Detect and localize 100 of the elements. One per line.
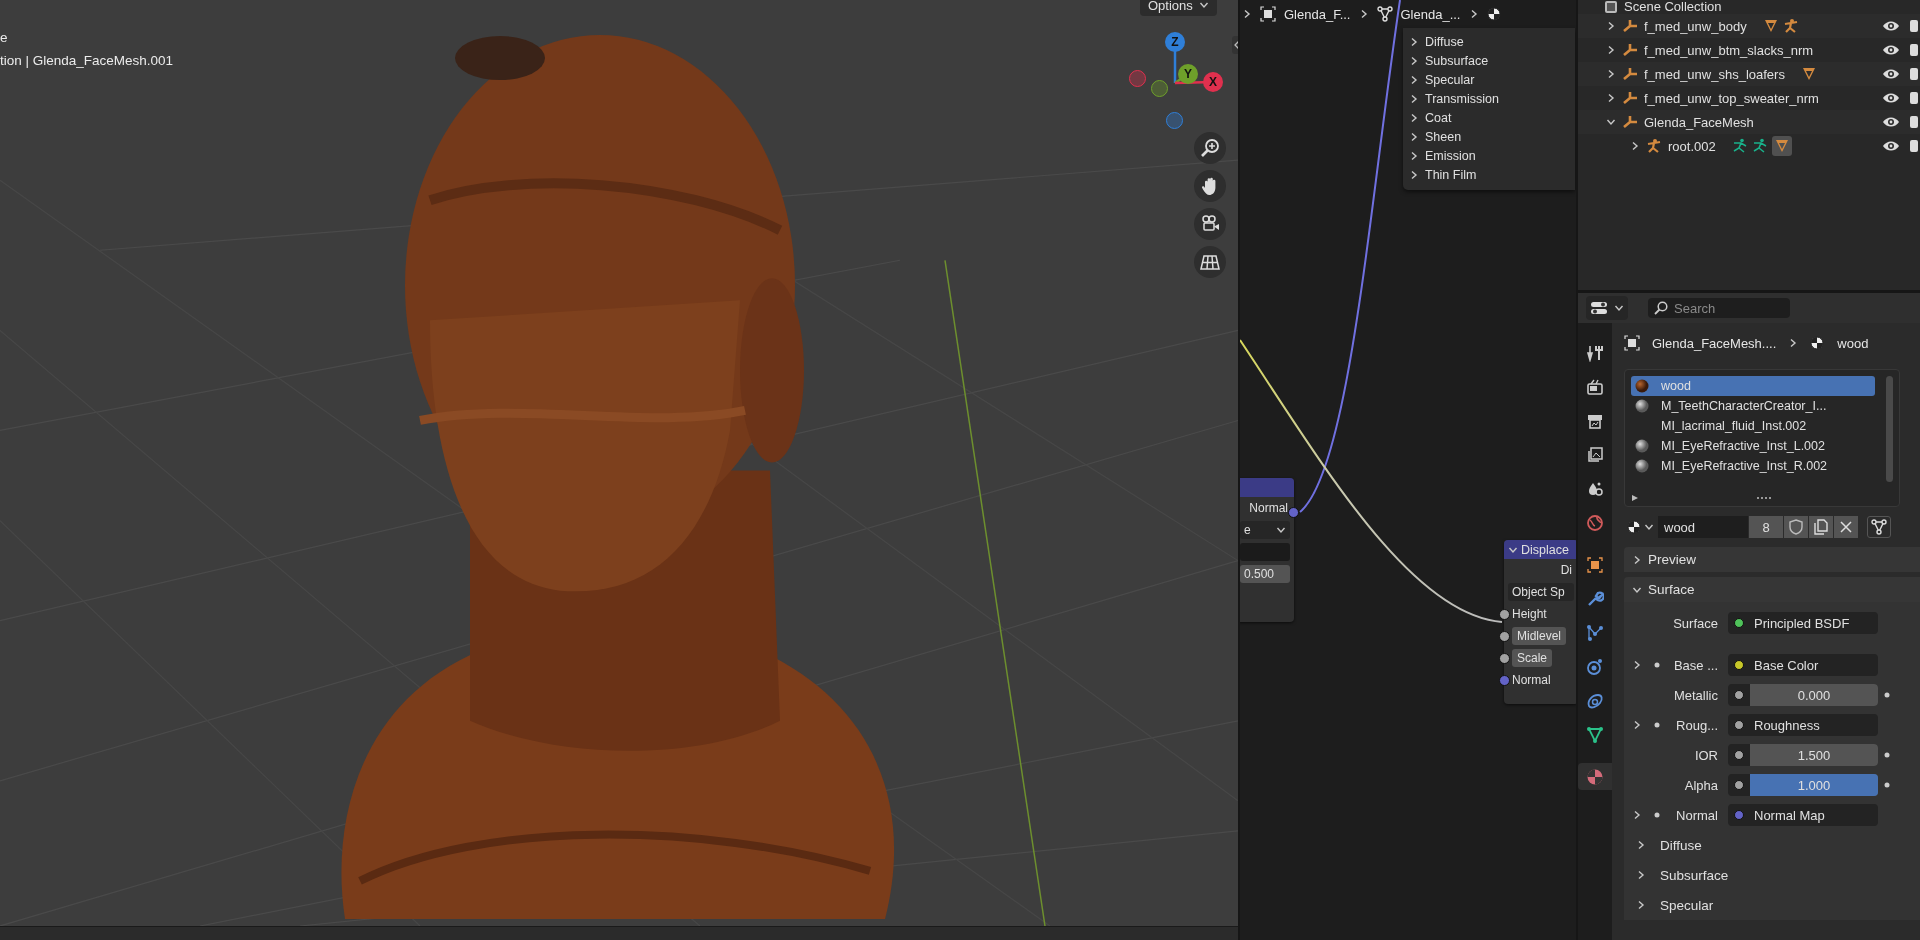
node-dropdown[interactable]: e — [1240, 521, 1290, 539]
material-slot[interactable]: MI_EyeRefractive_Inst_L.002 — [1631, 436, 1875, 456]
armature-icon[interactable] — [1782, 18, 1799, 34]
node-dropdown[interactable]: Object Sp — [1508, 583, 1574, 601]
fake-user-button[interactable] — [1784, 516, 1808, 538]
breadcrumb-item[interactable]: Glenda_F... — [1284, 6, 1351, 22]
property-label: Base ... — [1672, 657, 1719, 673]
axis-handle[interactable] — [1166, 112, 1183, 129]
property-label: Roug... — [1675, 717, 1719, 733]
number-field[interactable]: 1.500 — [1728, 744, 1878, 766]
wrench-icon — [1586, 589, 1604, 608]
node-tree-button[interactable] — [1867, 516, 1891, 538]
eye-icon[interactable] — [1882, 92, 1900, 104]
socket[interactable] — [1499, 609, 1510, 620]
number-field[interactable]: Scale — [1512, 649, 1553, 667]
menu-item[interactable]: Thin Film — [1403, 165, 1575, 184]
axis-handle[interactable] — [1151, 80, 1168, 97]
editor-type-button[interactable] — [1586, 296, 1628, 320]
breadcrumb-item[interactable]: Glenda_... — [1400, 6, 1461, 22]
panel-header[interactable]: Preview — [1624, 547, 1920, 572]
sphere-icon — [1635, 439, 1649, 453]
eye-icon[interactable] — [1882, 44, 1900, 56]
menu-item[interactable]: Coat — [1403, 108, 1575, 127]
keyframe-dot-icon[interactable] — [1884, 752, 1890, 758]
material-slot[interactable]: wood — [1631, 376, 1875, 396]
eye-icon[interactable] — [1882, 68, 1900, 80]
options-dropdown[interactable]: Options — [1140, 0, 1217, 16]
image-stack-icon — [1586, 445, 1604, 464]
caret-icon — [1644, 522, 1654, 532]
socket-label: Normal — [1512, 673, 1551, 687]
socket-link-field[interactable]: Base Color — [1728, 654, 1878, 676]
breadcrumb-item[interactable]: wood — [1837, 335, 1869, 351]
pose-icon[interactable] — [1731, 138, 1748, 154]
search-field[interactable]: Search — [1648, 298, 1790, 318]
material-slot[interactable]: MI_EyeRefractive_Inst_R.002 — [1631, 456, 1875, 476]
socket-link-field[interactable]: Normal Map — [1728, 804, 1878, 826]
chevron-icon — [1409, 169, 1419, 180]
duplicate-button[interactable] — [1809, 516, 1833, 538]
keyframe-dot-icon[interactable] — [1884, 692, 1890, 698]
mesh-icon[interactable] — [1800, 66, 1817, 82]
copy-icon — [1814, 519, 1828, 535]
orbit-icon — [1586, 657, 1604, 676]
menu-item[interactable]: Sheen — [1403, 127, 1575, 146]
outliner-item[interactable]: root.002 — [1668, 138, 1716, 154]
panel-header[interactable]: Surface — [1624, 577, 1920, 602]
number-field[interactable]: Midlevel — [1512, 627, 1566, 645]
number-field[interactable]: 0.500 — [1240, 565, 1290, 583]
user-count-button[interactable]: 8 — [1749, 516, 1783, 538]
scrollbar[interactable] — [1886, 376, 1893, 482]
menu-item[interactable]: Diffuse — [1403, 32, 1575, 51]
node-title: Displace — [1521, 542, 1569, 557]
subpanel-header[interactable]: Subsurface — [1624, 860, 1920, 890]
material-slot[interactable]: MI_lacrimal_fluid_Inst.002 — [1631, 416, 1875, 436]
menu-item[interactable]: Specular — [1403, 70, 1575, 89]
outliner-item[interactable]: Scene Collection — [1624, 0, 1722, 14]
menu-item[interactable]: Subsurface — [1403, 51, 1575, 70]
resize-grip-icon[interactable] — [1757, 496, 1771, 502]
menu-item[interactable]: Transmission — [1403, 89, 1575, 108]
socket[interactable] — [1499, 653, 1510, 664]
constraint-icon — [1586, 691, 1604, 710]
socket-link-field[interactable]: Principled BSDF — [1728, 612, 1878, 634]
shield-icon — [1789, 519, 1803, 535]
socket-label: Height — [1512, 607, 1547, 621]
socket-label: Normal — [1249, 501, 1288, 515]
mesh-icon[interactable] — [1771, 136, 1792, 156]
socket[interactable] — [1499, 675, 1510, 686]
caret-icon — [1198, 0, 1209, 10]
eye-icon[interactable] — [1882, 140, 1900, 152]
eye-icon[interactable] — [1882, 116, 1900, 128]
socket-link-field[interactable]: Roughness — [1728, 714, 1878, 736]
menu-item[interactable]: Emission — [1403, 146, 1575, 165]
material-slot[interactable]: M_TeethCharacterCreator_I... — [1631, 396, 1875, 416]
subpanel-header[interactable]: Specular — [1624, 890, 1920, 920]
mesh-icon[interactable] — [1762, 18, 1779, 34]
chevron-icon — [1409, 93, 1419, 104]
socket[interactable] — [1499, 631, 1510, 642]
empty-icon — [1622, 114, 1638, 130]
outliner-item[interactable]: f_med_unw_top_sweater_nrm — [1644, 90, 1819, 106]
axis-handle[interactable] — [1129, 70, 1146, 87]
subpanel-header[interactable]: Diffuse — [1624, 830, 1920, 860]
unlink-button[interactable] — [1834, 516, 1858, 538]
socket-label: Di — [1560, 563, 1572, 577]
chevron-icon — [1409, 36, 1419, 47]
slider-field[interactable]: 0.000 — [1728, 684, 1878, 706]
keyframe-dot-icon[interactable] — [1884, 782, 1890, 788]
outliner-item[interactable]: f_med_unw_btm_slacks_nrm — [1644, 42, 1814, 58]
input-field[interactable] — [1240, 543, 1290, 561]
expand-triangle-icon[interactable] — [1631, 494, 1639, 502]
globe-icon — [1586, 513, 1604, 532]
material-icon — [1486, 7, 1501, 21]
slider-field[interactable]: 1.000 — [1728, 774, 1878, 796]
sphere-icon — [1635, 399, 1649, 413]
socket[interactable] — [1288, 507, 1299, 518]
empty-icon — [1622, 42, 1638, 58]
breadcrumb-item[interactable]: Glenda_FaceMesh.... — [1652, 335, 1777, 351]
material-name-field[interactable]: wood — [1658, 516, 1748, 538]
particles-icon — [1586, 623, 1604, 642]
chevron-icon — [1242, 9, 1252, 19]
eye-icon[interactable] — [1882, 20, 1900, 32]
pose-icon[interactable] — [1751, 138, 1768, 154]
